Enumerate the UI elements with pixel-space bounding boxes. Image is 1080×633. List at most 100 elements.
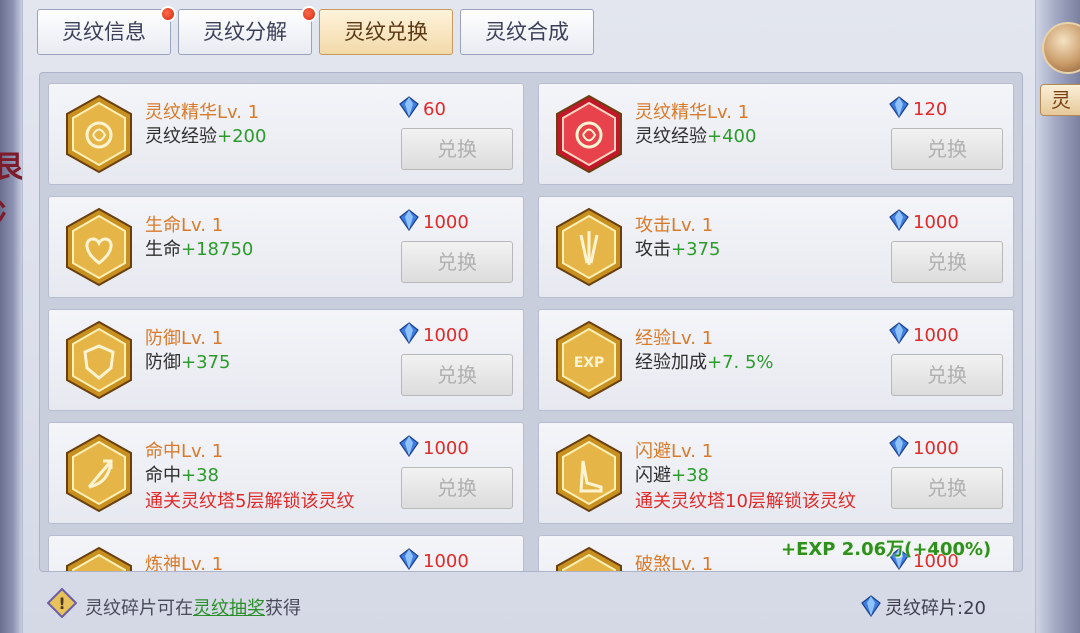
rune-name: 炼神Lv. 1 [145,554,224,572]
rune-cost: 120 [889,96,947,120]
essence-gold-icon [66,94,132,174]
medal-icon [1042,22,1080,74]
exchange-button[interactable]: 兑换 [891,241,1003,283]
notification-dot-icon [301,6,317,22]
unlock-requirement: 通关灵纹塔10层解锁该灵纹 [635,491,856,512]
crystal-shard-icon [399,96,419,118]
hint-text: 灵纹碎片可在 [85,598,193,619]
exchange-button[interactable]: 兑换 [401,128,513,170]
notification-dot-icon [160,6,176,22]
rune-item-card: 炼神Lv. 11000兑换 [48,535,524,572]
footer: ! 灵纹碎片可在灵纹抽奖获得 灵纹碎片:20 [39,582,1023,628]
svg-text:EXP: EXP [574,355,605,371]
exchange-button[interactable]: 兑换 [401,354,513,396]
hint-text: 获得 [265,598,301,619]
rune-cost: 1000 [889,435,959,459]
lottery-link[interactable]: 灵纹抽奖 [193,598,265,619]
effect-label: 闪避 [635,465,671,486]
shield-icon [66,320,132,400]
rune-item-card: 灵纹精华Lv. 1 灵纹经验+400 120 兑换 [538,83,1014,185]
info-diamond-icon: ! [47,588,77,618]
essence-red-icon [556,94,622,174]
edge-glyph: 艮 [0,150,24,185]
rune-name: 攻击Lv. 1 [635,215,714,236]
rune-item-list[interactable]: 灵纹精华Lv. 1 灵纹经验+200 60 兑换 灵纹精华Lv. 1 灵纹经验+400 12… [39,72,1023,572]
rune-exchange-panel: 灵纹信息 灵纹分解 灵纹兑换 灵纹合成 灵纹精华Lv. 1 灵纹经验+200 60 兑… [22,0,1036,633]
rune-effect: 生命+18750 [145,235,253,261]
crystal-shard-icon [399,548,419,570]
break-icon [556,546,622,571]
tab-rune-info[interactable]: 灵纹信息 [37,6,176,55]
shard-balance: 灵纹碎片:20 [861,594,986,620]
tab-rune-decompose[interactable]: 灵纹分解 [178,6,317,55]
effect-label: 经验加成 [635,352,707,373]
effect-value: +38 [671,465,709,486]
effect-value: +375 [181,352,231,373]
effect-value: +400 [707,126,757,147]
exchange-button[interactable]: 兑换 [891,467,1003,509]
rune-name: 灵纹精华Lv. 1 [145,102,260,123]
effect-label: 攻击 [635,239,671,260]
cost-value: 60 [423,99,446,120]
tab-label: 灵纹分解 [203,20,287,44]
side-tab[interactable]: 灵 [1036,20,1080,116]
rune-cost: 60 [399,96,446,120]
shard-count: 20 [963,598,986,619]
cost-value: 1000 [423,325,469,346]
effect-label: 生命 [145,239,181,260]
exchange-button[interactable]: 兑换 [891,128,1003,170]
rune-item-card: 生命Lv. 1 生命+18750 1000 兑换 [48,196,524,298]
rune-effect: 经验加成+7. 5% [635,348,774,374]
effect-label: 防御 [145,352,181,373]
exchange-button[interactable]: 兑换 [891,354,1003,396]
effect-label: 灵纹经验 [145,126,217,147]
rune-effect: 防御+375 [145,348,230,374]
left-edge-decoration: 艮 冫 [0,0,24,633]
crystal-shard-icon [399,322,419,344]
spirit-icon [66,546,132,571]
rune-item-card: 命中Lv. 1 命中+38 通关灵纹塔5层解锁该灵纹 1000 兑换 [48,422,524,524]
shard-source-hint: 灵纹碎片可在灵纹抽奖获得 [85,594,301,620]
crystal-shard-icon [399,209,419,231]
exchange-button[interactable]: 兑换 [401,241,513,283]
cost-value: 1000 [423,438,469,459]
crystal-shard-icon [889,209,909,231]
rune-name: 命中Lv. 1 [145,441,224,462]
rune-cost: 1000 [889,322,959,346]
swords-icon [556,207,622,287]
svg-text:!: ! [58,594,65,613]
rune-name: 破煞Lv. 1 [635,554,714,572]
rune-cost: 1000 [399,548,469,572]
rune-cost: 1000 [399,209,469,233]
cost-value: 1000 [913,212,959,233]
rune-effect: 命中+38 [145,461,219,487]
tab-label: 灵纹合成 [485,20,569,44]
side-tab-label: 灵 [1040,84,1080,116]
crystal-shard-icon [861,595,881,617]
shard-label: 灵纹碎片: [885,598,964,619]
tab-rune-synthesis[interactable]: 灵纹合成 [460,9,594,55]
cost-value: 1000 [423,212,469,233]
cost-value: 1000 [423,551,469,572]
effect-value: +18750 [181,239,254,260]
effect-label: 命中 [145,465,181,486]
heart-icon [66,207,132,287]
rune-name: 闪避Lv. 1 [635,441,714,462]
crystal-shard-icon [399,435,419,457]
rune-effect: 灵纹经验+200 [145,122,266,148]
cost-value: 120 [913,99,948,120]
rune-name: 生命Lv. 1 [145,215,224,236]
rune-name: 防御Lv. 1 [145,328,224,349]
exchange-button[interactable]: 兑换 [401,467,513,509]
rune-cost: 1000 [889,209,959,233]
effect-value: +38 [181,465,219,486]
unlock-requirement: 通关灵纹塔5层解锁该灵纹 [145,491,355,512]
effect-label: 灵纹经验 [635,126,707,147]
rune-effect: 灵纹经验+400 [635,122,756,148]
rune-effect: 攻击+375 [635,235,720,261]
rune-cost: 1000 [399,322,469,346]
tab-rune-exchange[interactable]: 灵纹兑换 [319,9,453,55]
rune-effect: 闪避+38 [635,461,709,487]
effect-value: +375 [671,239,721,260]
exp-gain-popup: +EXP 2.06万(+400%) [781,539,992,560]
